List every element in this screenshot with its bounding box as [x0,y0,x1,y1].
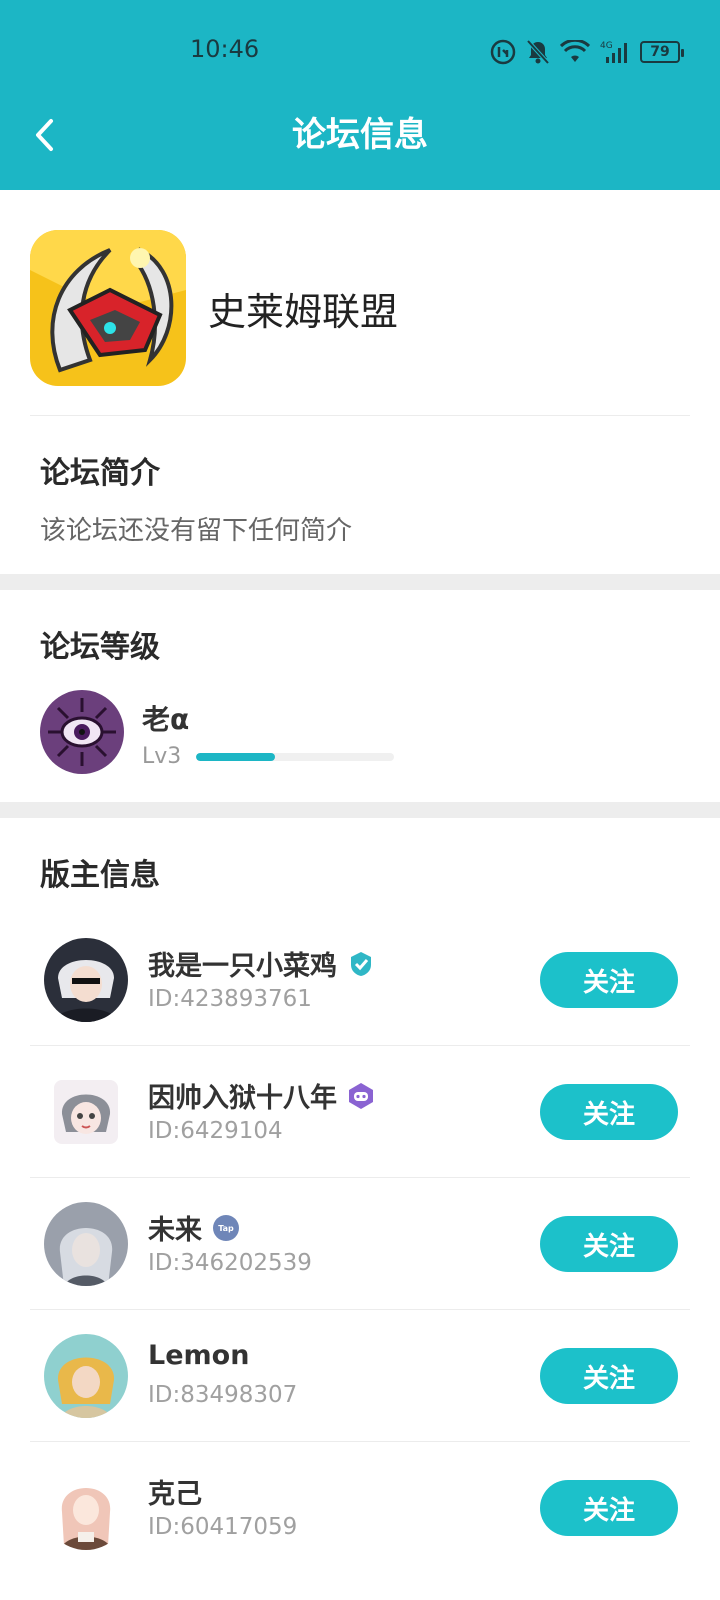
intro-title: 论坛简介 [40,456,160,491]
moderator-name: 克己 [148,1472,202,1511]
signal-icon: 4G [600,41,627,63]
moderator-name: 未来 Tap [148,1208,240,1247]
divider [30,415,690,416]
level-progress-bar [196,753,394,761]
section-separator [0,574,720,590]
level-title: 论坛等级 [40,630,160,665]
moderator-name: Lemon [148,1340,249,1371]
moderator-id: ID:60417059 [148,1514,298,1540]
battery-icon: 79 [640,41,684,63]
moderator-name: 因帅入狱十八年 [148,1076,375,1115]
moderator-row[interactable]: Lemon ID:83498307 关注 [30,1310,690,1442]
moderator-name-text: 未来 [148,1215,202,1246]
level-progress-fill [196,753,276,761]
follow-button[interactable]: 关注 [540,1348,678,1404]
status-icons: 4G 79 [490,38,684,66]
page-title: 论坛信息 [292,115,428,155]
level-label: Lv3 [142,744,182,769]
verified-badge-icon [351,951,371,976]
moderator-id: ID:346202539 [148,1250,312,1276]
bell-off-icon [526,39,550,65]
moderator-name: 我是一只小菜鸡 [148,944,375,983]
moderator-row[interactable]: 未来 Tap ID:346202539 关注 [30,1178,690,1310]
svg-text:Tap: Tap [218,1224,234,1233]
avatar[interactable] [44,1202,128,1286]
status-time: 10:46 [190,35,260,63]
forum-logo [30,230,186,386]
follow-button[interactable]: 关注 [540,952,678,1008]
moderator-name-text: Lemon [148,1340,250,1371]
moderator-row[interactable]: 克己 ID:60417059 关注 [30,1442,690,1574]
moderator-row[interactable]: 因帅入狱十八年 ID:6429104 关注 [30,1046,690,1178]
avatar[interactable] [44,1334,128,1418]
avatar[interactable] [44,1466,128,1550]
top-bar: 10:46 4G 79 论坛信息 [0,0,720,190]
follow-button[interactable]: 关注 [540,1216,678,1272]
forum-name: 史莱姆联盟 [208,289,399,334]
moderator-row[interactable]: 我是一只小菜鸡 ID:423893761 关注 [30,914,690,1046]
svg-text:4G: 4G [600,41,613,51]
moderator-id: ID:83498307 [148,1382,298,1408]
moderator-id: ID:6429104 [148,1118,283,1144]
moderator-name-text: 我是一只小菜鸡 [148,951,337,982]
follow-button[interactable]: 关注 [540,1480,678,1536]
section-separator [0,802,720,818]
level-name: 老α [142,703,190,736]
follow-button[interactable]: 关注 [540,1084,678,1140]
game-badge-icon [349,1082,373,1109]
moderator-name-text: 因帅入狱十八年 [148,1083,337,1114]
avatar[interactable] [44,938,128,1022]
data-saver-icon [490,39,516,65]
forum-header: 史莱姆联盟 [30,228,690,388]
avatar[interactable] [44,1070,128,1154]
moderators-title: 版主信息 [40,858,160,893]
tap-badge-icon: Tap [213,1214,239,1241]
moderator-id: ID:423893761 [148,986,312,1012]
wifi-icon [560,40,590,62]
level-avatar [40,690,124,774]
moderator-name-text: 克己 [148,1479,202,1510]
intro-text: 该论坛还没有留下任何简介 [40,516,353,546]
